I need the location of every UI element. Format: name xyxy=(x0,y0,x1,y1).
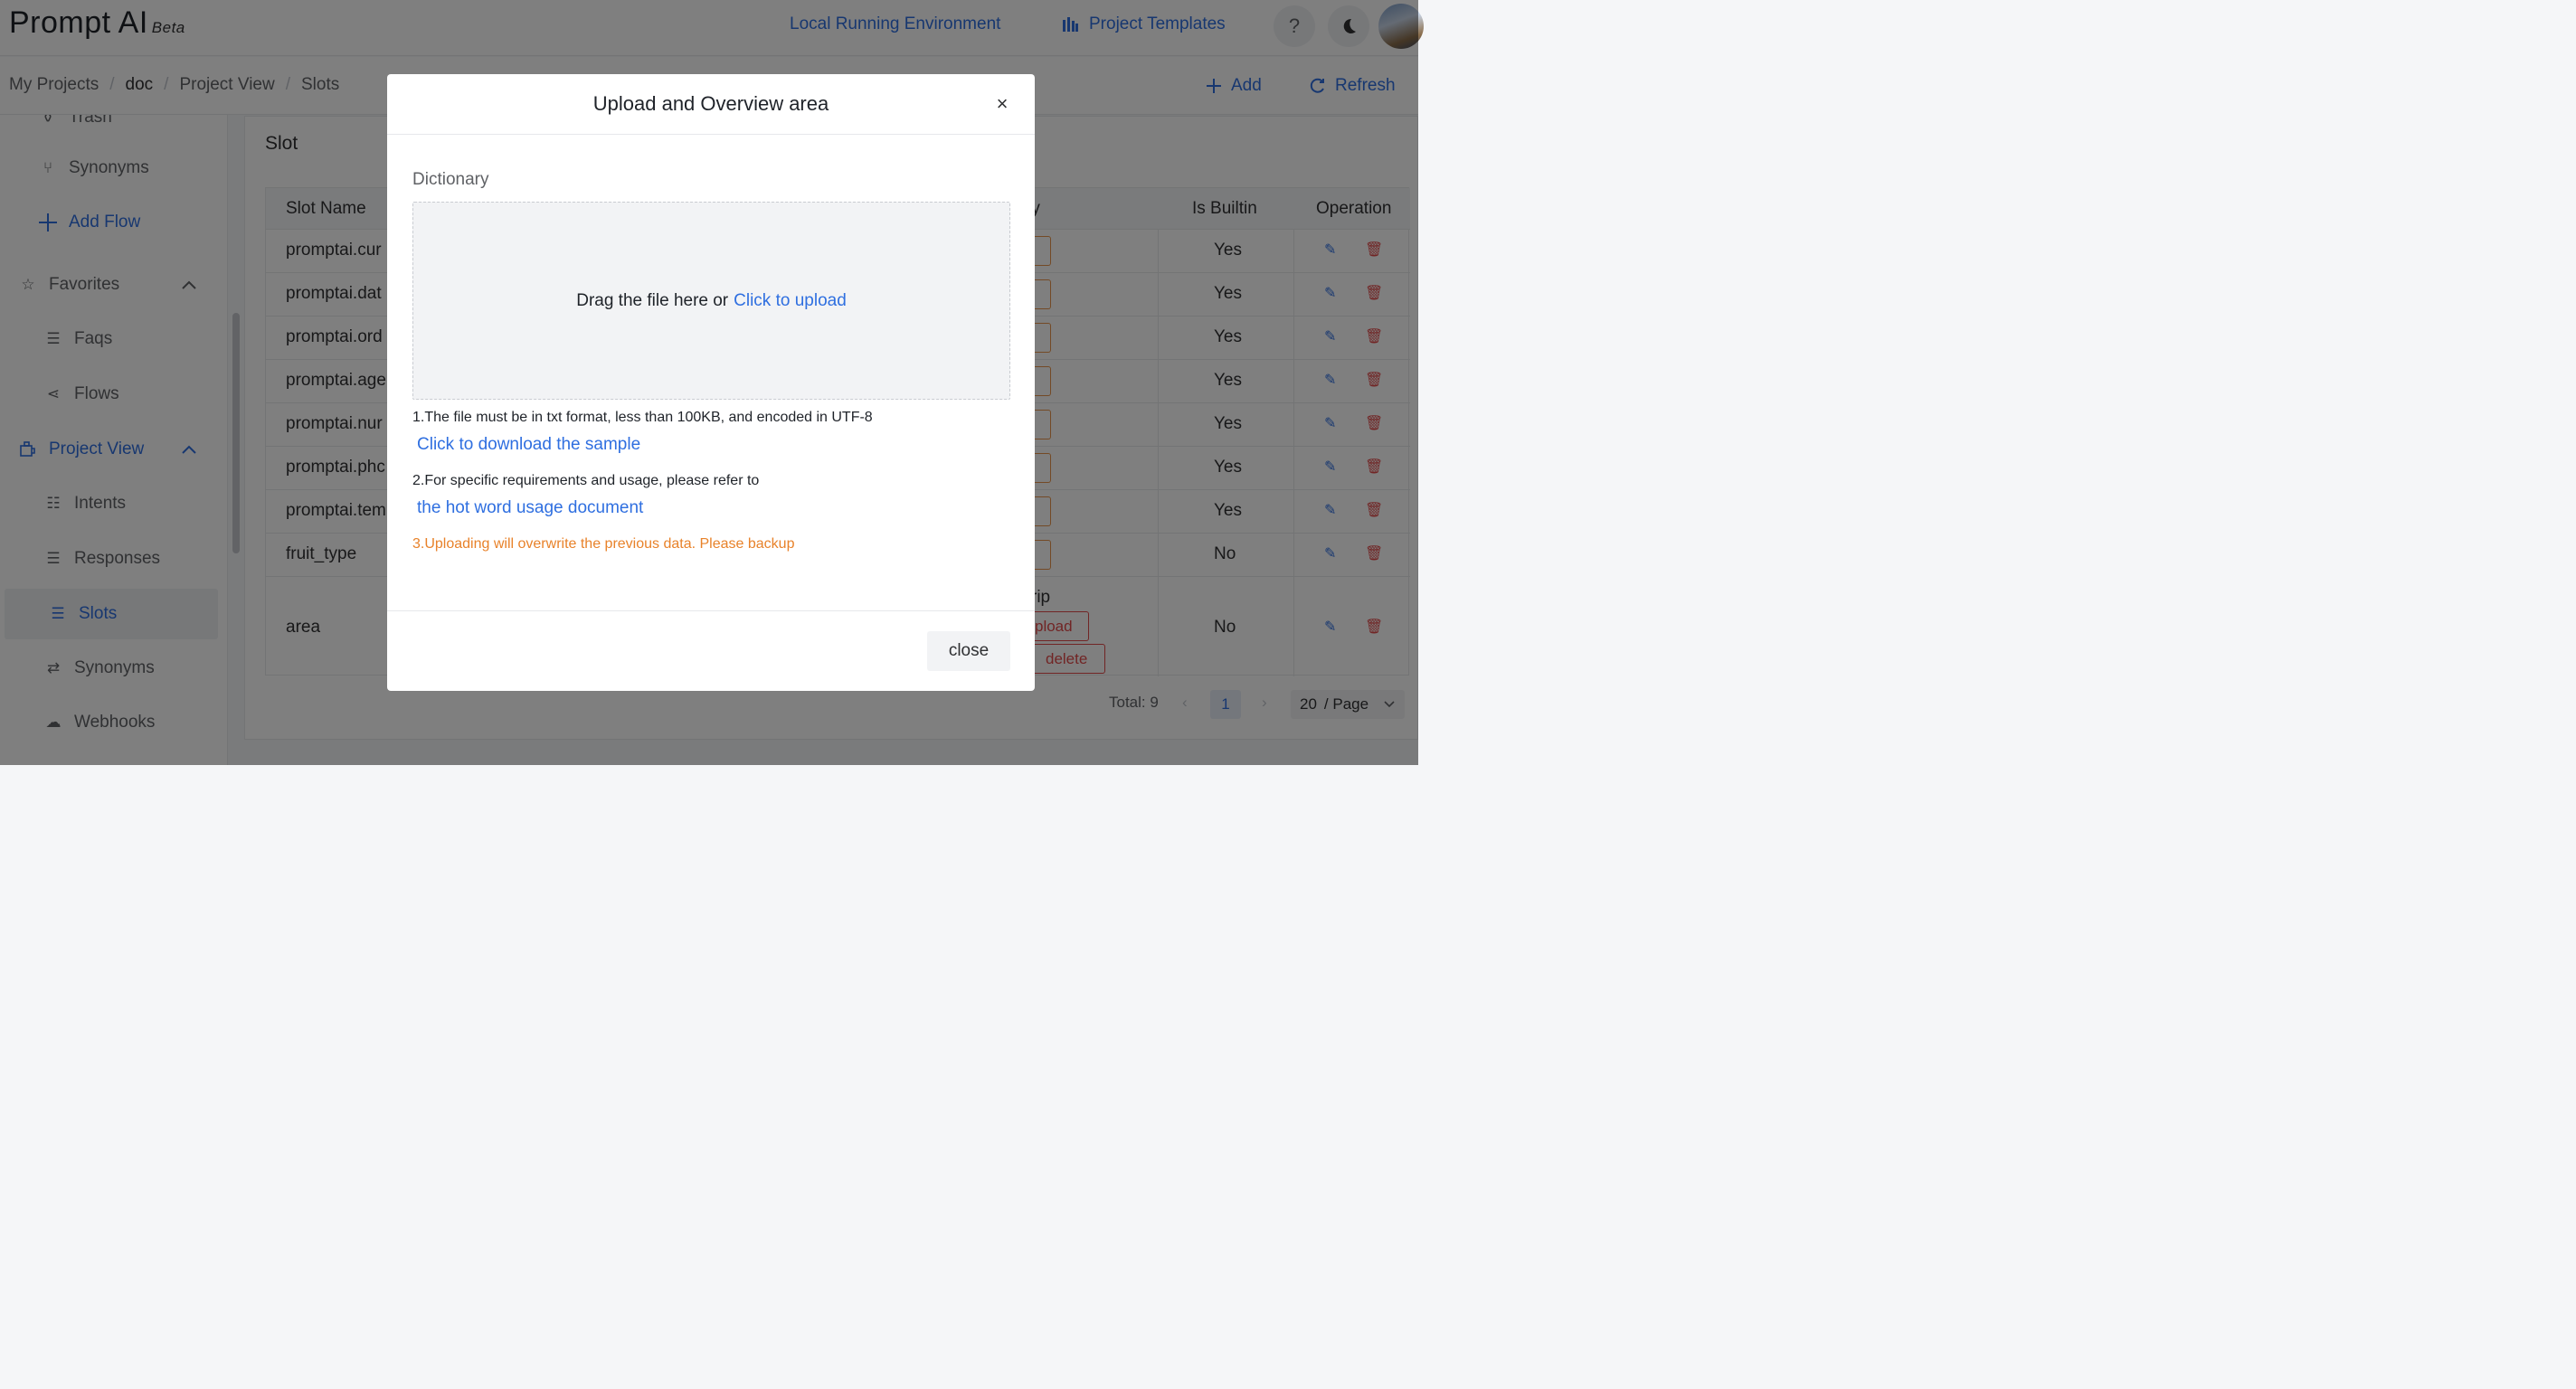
requirement-note-2: 2.For specific requirements and usage, p… xyxy=(412,473,760,488)
dictionary-label: Dictionary xyxy=(412,170,489,189)
upload-dialog: Upload and Overview area × Dictionary Dr… xyxy=(387,74,1035,691)
hot-word-doc-link[interactable]: the hot word usage document xyxy=(417,498,643,518)
dropzone-text: Drag the file here or xyxy=(576,290,729,310)
upload-dropzone[interactable]: Drag the file here or Click to upload xyxy=(412,202,1010,400)
divider xyxy=(387,610,1035,611)
divider xyxy=(387,134,1035,135)
dialog-title: Upload and Overview area xyxy=(592,92,829,115)
click-to-upload-link[interactable]: Click to upload xyxy=(734,291,847,311)
download-sample-link[interactable]: Click to download the sample xyxy=(417,435,640,455)
close-button[interactable]: close xyxy=(927,631,1010,671)
overwrite-warning: 3.Uploading will overwrite the previous … xyxy=(412,536,795,552)
close-icon[interactable]: × xyxy=(992,94,1012,114)
requirement-note-1: 1.The file must be in txt format, less t… xyxy=(412,410,873,425)
